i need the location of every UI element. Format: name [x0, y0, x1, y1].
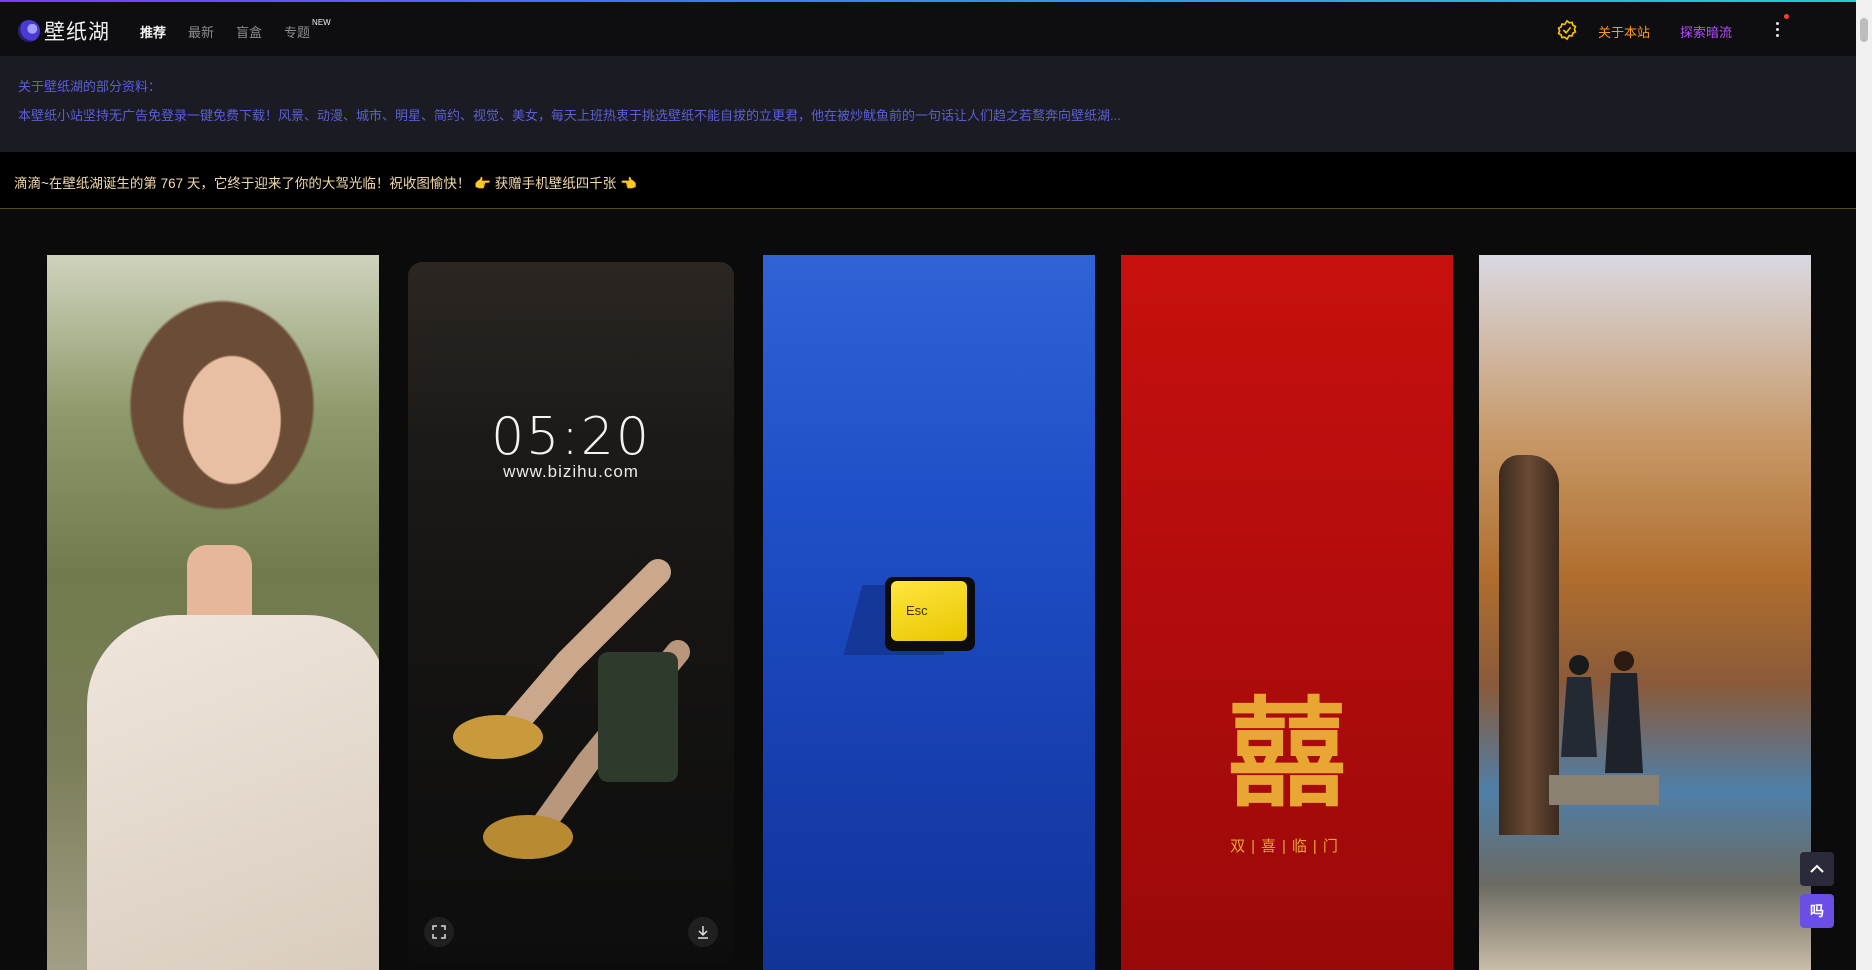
- portrait-coat: [87, 615, 379, 970]
- header-right: 关于本站 探索暗流: [1556, 14, 1856, 44]
- wallpaper-card-esc-key[interactable]: Esc: [763, 255, 1095, 970]
- verified-badge-icon[interactable]: [1556, 19, 1578, 41]
- clock-time: 05:20: [491, 407, 651, 467]
- clock-site: www.bizihu.com: [503, 462, 639, 481]
- nav-blindbox[interactable]: 盲盒: [236, 22, 262, 41]
- chevron-up-icon: [1810, 864, 1824, 873]
- nav-recommend[interactable]: 推荐: [140, 22, 166, 41]
- wallpaper-card-portrait[interactable]: [47, 255, 379, 970]
- esc-key-label: Esc: [906, 603, 928, 618]
- logo-text: 壁纸湖: [44, 20, 110, 44]
- wallpaper-card-lakeside-couple[interactable]: [1479, 255, 1811, 970]
- main-nav: 推荐 最新 盲盒 专题 NEW: [140, 18, 331, 41]
- site-logo[interactable]: 壁纸湖: [18, 16, 110, 46]
- double-happiness-subtitle: 双|喜|临|门: [1230, 838, 1344, 855]
- chat-button[interactable]: 吗: [1800, 894, 1834, 928]
- new-badge: NEW: [312, 18, 331, 27]
- welcome-notice-text[interactable]: 滴滴~在壁纸湖诞生的第 767 天，它终于迎来了你的大驾光临！祝收图愉快！ 👉 …: [14, 172, 637, 192]
- wallpaper-card-clock[interactable]: 05:20 www.bizihu.com: [408, 262, 734, 965]
- logo-icon: [18, 20, 40, 42]
- about-site-link[interactable]: 关于本站: [1598, 22, 1650, 41]
- info-description: 本壁纸小站坚持无广告免登录一键免费下载！风景、动漫、城市、明星、简约、视觉、美女…: [18, 108, 1121, 123]
- nav-latest[interactable]: 最新: [188, 22, 214, 41]
- more-menu-icon[interactable]: [1772, 19, 1782, 41]
- scrollbar-thumb[interactable]: [1860, 18, 1868, 42]
- explore-link[interactable]: 探索暗流: [1680, 22, 1732, 41]
- expand-icon[interactable]: [424, 917, 454, 947]
- wallpaper-card-double-happiness[interactable]: 囍 双|喜|临|门: [1121, 255, 1453, 970]
- nav-topics[interactable]: 专题 NEW: [284, 18, 331, 41]
- top-header: 壁纸湖 推荐 最新 盲盒 专题 NEW 关于本站 探索暗流: [0, 2, 1856, 57]
- notification-dot: [1784, 14, 1789, 19]
- double-happiness-char: 囍: [1227, 684, 1346, 823]
- chat-button-label: 吗: [1810, 903, 1824, 919]
- nav-topics-label: 专题: [284, 25, 311, 40]
- welcome-notice: 滴滴~在壁纸湖诞生的第 767 天，它终于迎来了你的大驾光临！祝收图愉快！ 👉 …: [0, 152, 1856, 209]
- info-panel: 关于壁纸湖的部分资料： 本壁纸小站坚持无广告免登录一键免费下载！风景、动漫、城市…: [0, 57, 1856, 152]
- couple-illustration: [1549, 651, 1659, 805]
- back-to-top-button[interactable]: [1800, 852, 1834, 886]
- page-scrollbar[interactable]: [1856, 0, 1872, 970]
- sneakers-illustration: [453, 559, 690, 859]
- esc-key: Esc: [885, 577, 975, 651]
- download-icon[interactable]: [688, 917, 718, 947]
- info-title: 关于壁纸湖的部分资料：: [18, 79, 162, 94]
